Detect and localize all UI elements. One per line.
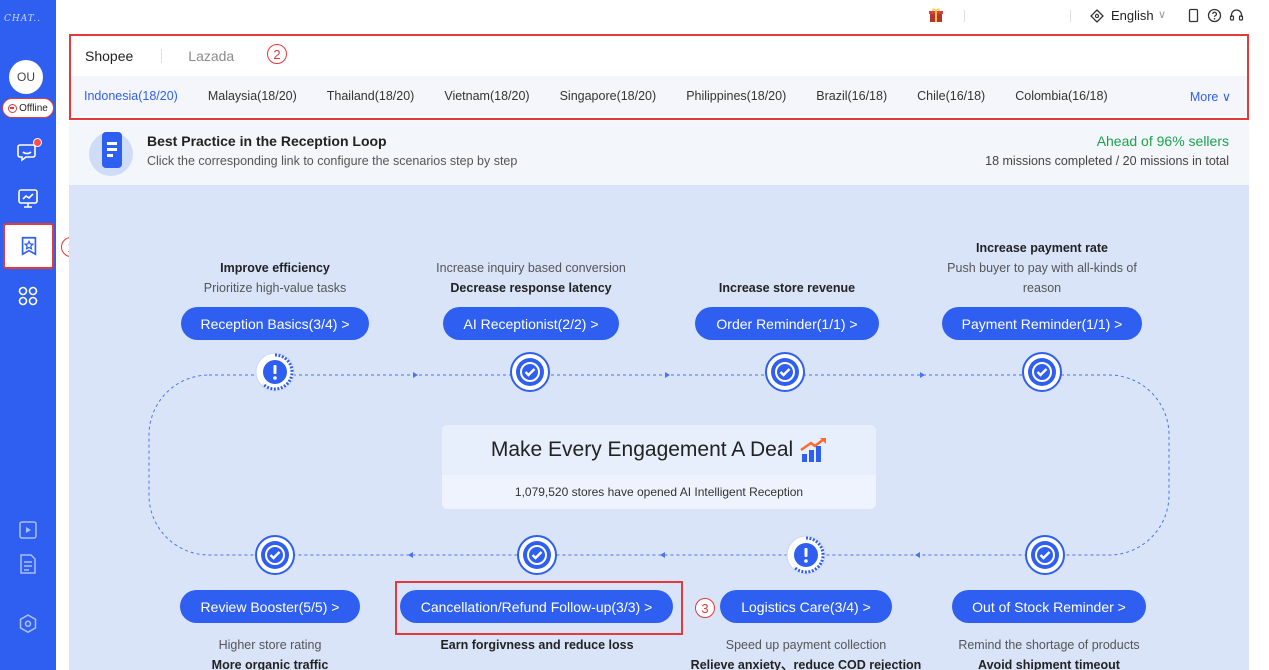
desc-line: Speed up payment collection <box>725 638 887 652</box>
tab-chile[interactable]: Chile(16/18) <box>917 89 985 103</box>
brand-logo: CHAT.. <box>4 14 42 24</box>
sidebar-item-best-practice[interactable] <box>3 223 54 269</box>
check-done-icon <box>765 352 805 392</box>
check-done-icon <box>1022 352 1062 392</box>
chevron-down-icon[interactable]: ∨ <box>1158 8 1166 21</box>
desc-line: Improve efficiency <box>220 261 330 275</box>
divider <box>161 49 163 63</box>
check-done-icon <box>510 352 550 392</box>
chevron-down-icon: ∨ <box>1221 90 1231 104</box>
status-label: Offline <box>19 102 48 114</box>
order-reminder-desc: Increase store revenue <box>667 278 907 298</box>
more-countries-button[interactable]: More ∨ <box>1190 89 1231 104</box>
language-select[interactable]: English <box>1111 8 1154 23</box>
platform-tabs: Shopee Lazada <box>85 46 234 66</box>
settings-icon[interactable] <box>16 612 40 636</box>
ai-receptionist-button[interactable]: AI Receptionist(2/2) > <box>443 307 619 340</box>
desc-line: Decrease response latency <box>450 281 612 295</box>
desc-line: Push buyer to pay with all-kinds of <box>947 261 1137 275</box>
sidebar: CHAT.. OU Offline 1 <box>0 0 81 670</box>
desc-line: Higher store rating <box>218 638 322 652</box>
tab-thailand[interactable]: Thailand(18/20) <box>327 89 415 103</box>
desc-line: Increase store revenue <box>718 281 856 295</box>
annotation-marker-2: 2 <box>267 44 287 64</box>
tab-philippines[interactable]: Philippines(18/20) <box>686 89 786 103</box>
stores-count: 1,079,520 stores have opened AI Intellig… <box>442 475 876 509</box>
payment-reminder-desc: Increase payment rate Push buyer to pay … <box>922 238 1162 298</box>
more-label: More <box>1189 90 1219 104</box>
document-icon[interactable] <box>16 552 40 576</box>
out-of-stock-button[interactable]: Out of Stock Reminder > <box>952 590 1146 623</box>
avatar[interactable]: OU <box>9 60 43 94</box>
phone-illustration-icon <box>89 132 133 176</box>
desc-line: Avoid shipment timeout <box>978 658 1120 670</box>
status-badge[interactable]: Offline <box>2 98 54 118</box>
tab-shopee[interactable]: Shopee <box>85 48 133 64</box>
review-booster-button[interactable]: Review Booster(5/5) > <box>180 590 360 623</box>
mobile-icon[interactable] <box>1186 8 1201 23</box>
divider <box>964 10 965 22</box>
platform-country-selector: Shopee Lazada 2 Indonesia(18/20) Malaysi… <box>69 34 1249 120</box>
notification-dot <box>33 138 42 147</box>
check-done-icon <box>517 535 557 575</box>
desc-line: reason <box>1022 281 1062 295</box>
tab-indonesia[interactable]: Indonesia(18/20) <box>84 89 178 103</box>
gift-icon[interactable] <box>929 8 943 22</box>
country-tabs: Indonesia(18/20) Malaysia(18/20) Thailan… <box>71 76 1247 116</box>
headset-icon[interactable] <box>1229 8 1244 23</box>
tab-malaysia[interactable]: Malaysia(18/20) <box>208 89 297 103</box>
check-done-icon <box>1025 535 1065 575</box>
desc-line: Remind the shortage of products <box>958 638 1140 652</box>
banner-subtitle: Click the corresponding link to configur… <box>147 154 518 168</box>
apps-icon[interactable] <box>16 284 40 308</box>
in-progress-icon <box>255 352 295 392</box>
desc-line: Increase payment rate <box>975 241 1108 255</box>
logistics-care-button[interactable]: Logistics Care(3/4) > <box>720 590 892 623</box>
tab-colombia[interactable]: Colombia(16/18) <box>1015 89 1107 103</box>
best-practice-banner: Best Practice in the Reception Loop Clic… <box>69 121 1249 185</box>
reception-basics-button[interactable]: Reception Basics(3/4) > <box>181 307 369 340</box>
engagement-title-row: Make Every Engagement A Deal <box>442 425 876 475</box>
dashboard-icon[interactable] <box>16 186 40 210</box>
check-done-icon <box>255 535 295 575</box>
divider <box>1070 10 1071 22</box>
offline-icon <box>8 103 18 113</box>
cancellation-refund-desc: Earn forgivness and reduce loss <box>417 635 657 655</box>
out-of-stock-desc: Remind the shortage of products Avoid sh… <box>929 635 1169 670</box>
language-icon[interactable] <box>1090 9 1104 23</box>
engagement-title: Make Every Engagement A Deal <box>490 438 794 461</box>
desc-line: Relieve anxiety、reduce COD rejection <box>690 658 922 670</box>
chat-icon[interactable] <box>16 138 42 164</box>
review-booster-desc: Higher store rating More organic traffic <box>150 635 390 670</box>
annotation-marker-3: 3 <box>695 598 715 618</box>
growth-chart-icon <box>800 438 827 462</box>
reception-basics-desc: Improve efficiency Prioritize high-value… <box>155 258 395 298</box>
desc-line: Earn forgivness and reduce loss <box>440 638 634 652</box>
in-progress-icon <box>786 535 826 575</box>
order-reminder-button[interactable]: Order Reminder(1/1) > <box>695 307 879 340</box>
reception-loop: Improve efficiency Prioritize high-value… <box>69 185 1249 670</box>
ranking-text: Ahead of 96% sellers <box>1096 133 1229 149</box>
tab-brazil[interactable]: Brazil(16/18) <box>816 89 887 103</box>
desc-line: More organic traffic <box>211 658 329 670</box>
missions-progress: 18 missions completed / 20 missions in t… <box>985 154 1229 168</box>
payment-reminder-button[interactable]: Payment Reminder(1/1) > <box>942 307 1142 340</box>
ai-receptionist-desc: Increase inquiry based conversion Decrea… <box>411 258 651 298</box>
tab-singapore[interactable]: Singapore(18/20) <box>560 89 657 103</box>
tab-lazada[interactable]: Lazada <box>188 48 234 64</box>
top-bar: English ∨ <box>56 0 1269 32</box>
desc-line: Increase inquiry based conversion <box>436 261 626 275</box>
help-icon[interactable] <box>1207 8 1222 23</box>
highlight-frame <box>395 581 683 635</box>
banner-title: Best Practice in the Reception Loop <box>147 133 387 149</box>
engagement-card: Make Every Engagement A Deal 1,079,520 s… <box>442 425 876 509</box>
desc-line: Prioritize high-value tasks <box>203 281 347 295</box>
tab-vietnam[interactable]: Vietnam(18/20) <box>444 89 529 103</box>
star-badge-icon <box>21 236 36 256</box>
logistics-care-desc: Speed up payment collection Relieve anxi… <box>686 635 926 670</box>
app-window: CHAT.. OU Offline 1 <box>0 0 1269 670</box>
video-tutorial-icon[interactable] <box>16 518 40 542</box>
